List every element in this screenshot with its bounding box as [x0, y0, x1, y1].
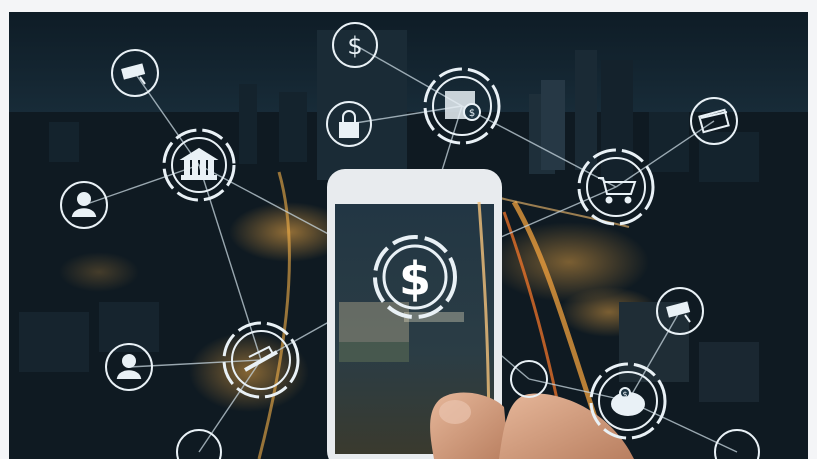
hero-photo: $ $ $ $ [9, 12, 808, 459]
svg-text:$: $ [622, 390, 627, 399]
photo-illustration: $ $ $ $ [9, 12, 808, 459]
svg-text:$: $ [399, 252, 431, 306]
svg-text:$: $ [347, 32, 362, 60]
svg-text:$: $ [469, 108, 475, 119]
